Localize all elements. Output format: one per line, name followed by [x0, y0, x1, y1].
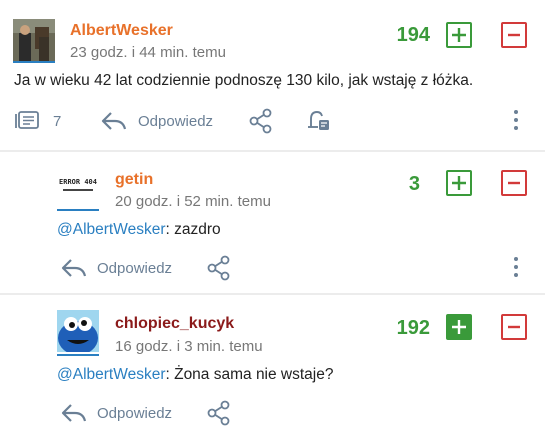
upvote-button[interactable]	[446, 22, 472, 48]
bell-icon	[308, 111, 329, 130]
replies-count: 7	[53, 112, 62, 130]
comment-text-body: : zazdro	[165, 221, 221, 238]
upvote-button[interactable]	[446, 170, 472, 196]
avatar-underline	[57, 354, 99, 356]
reply-button[interactable]: Odpowiedz	[61, 401, 172, 425]
user-mention-link[interactable]: @AlbertWesker	[57, 366, 165, 383]
upvote-button[interactable]	[446, 314, 472, 340]
reply-arrow-icon	[61, 404, 87, 422]
user-mention-link[interactable]: @AlbertWesker	[57, 221, 165, 238]
username[interactable]: getin	[115, 171, 153, 189]
more-options-icon[interactable]	[513, 110, 519, 134]
avatar[interactable]	[57, 310, 99, 352]
comment-text: Ja w wieku 42 lat codziennie podnoszę 13…	[14, 72, 474, 89]
avatar[interactable]	[13, 19, 55, 61]
downvote-button[interactable]	[501, 22, 527, 48]
timestamp: 20 godz. i 52 min. temu	[115, 193, 271, 210]
comments-icon	[15, 111, 39, 129]
minus-icon	[508, 325, 520, 329]
plus-icon	[452, 176, 466, 190]
reply-arrow-icon	[101, 112, 127, 130]
divider	[0, 293, 545, 295]
share-icon	[249, 108, 272, 134]
reply-arrow-icon	[61, 259, 87, 277]
comment-albertwesker: AlbertWesker 23 godz. i 44 min. temu 194…	[0, 0, 545, 150]
comment-text: @AlbertWesker: Żona sama nie wstaje?	[57, 366, 334, 384]
username[interactable]: AlbertWesker	[70, 22, 173, 40]
comment-text-body: : Żona sama nie wstaje?	[165, 366, 334, 383]
timestamp: 23 godz. i 44 min. temu	[70, 44, 226, 61]
downvote-button[interactable]	[501, 314, 527, 340]
minus-icon	[508, 33, 520, 37]
comment-chlopiec-kucyk: chlopiec_kucyk 16 godz. i 3 min. temu 19…	[0, 296, 545, 439]
reply-label: Odpowiedz	[97, 259, 173, 277]
plus-icon	[452, 320, 466, 334]
reply-label: Odpowiedz	[97, 404, 173, 422]
avatar-line	[63, 189, 93, 191]
more-options-icon[interactable]	[513, 257, 519, 281]
vote-score: 192	[396, 317, 430, 339]
avatar-underline	[13, 61, 55, 63]
timestamp: 16 godz. i 3 min. temu	[115, 338, 263, 355]
comment-getin: ERROR 404 getin 20 godz. i 52 min. temu …	[0, 152, 545, 292]
downvote-button[interactable]	[501, 170, 527, 196]
reply-button[interactable]: Odpowiedz	[61, 256, 172, 280]
vote-score: 3	[408, 173, 420, 195]
share-button[interactable]	[206, 400, 232, 426]
vote-score: 194	[396, 24, 430, 46]
minus-icon	[508, 181, 520, 185]
replies-count-button[interactable]: 7	[15, 109, 61, 133]
avatar[interactable]: ERROR 404	[57, 169, 99, 211]
avatar-text: ERROR 404	[59, 178, 97, 186]
avatar-underline	[57, 209, 99, 211]
share-button[interactable]	[206, 255, 232, 281]
share-icon	[207, 400, 230, 426]
share-button[interactable]	[248, 108, 274, 134]
username[interactable]: chlopiec_kucyk	[115, 315, 234, 333]
share-icon	[207, 255, 230, 281]
comment-text: @AlbertWesker: zazdro	[57, 221, 221, 239]
reply-label: Odpowiedz	[138, 112, 214, 130]
plus-icon	[452, 28, 466, 42]
reply-button[interactable]: Odpowiedz	[101, 109, 213, 133]
observe-button[interactable]	[305, 108, 331, 134]
